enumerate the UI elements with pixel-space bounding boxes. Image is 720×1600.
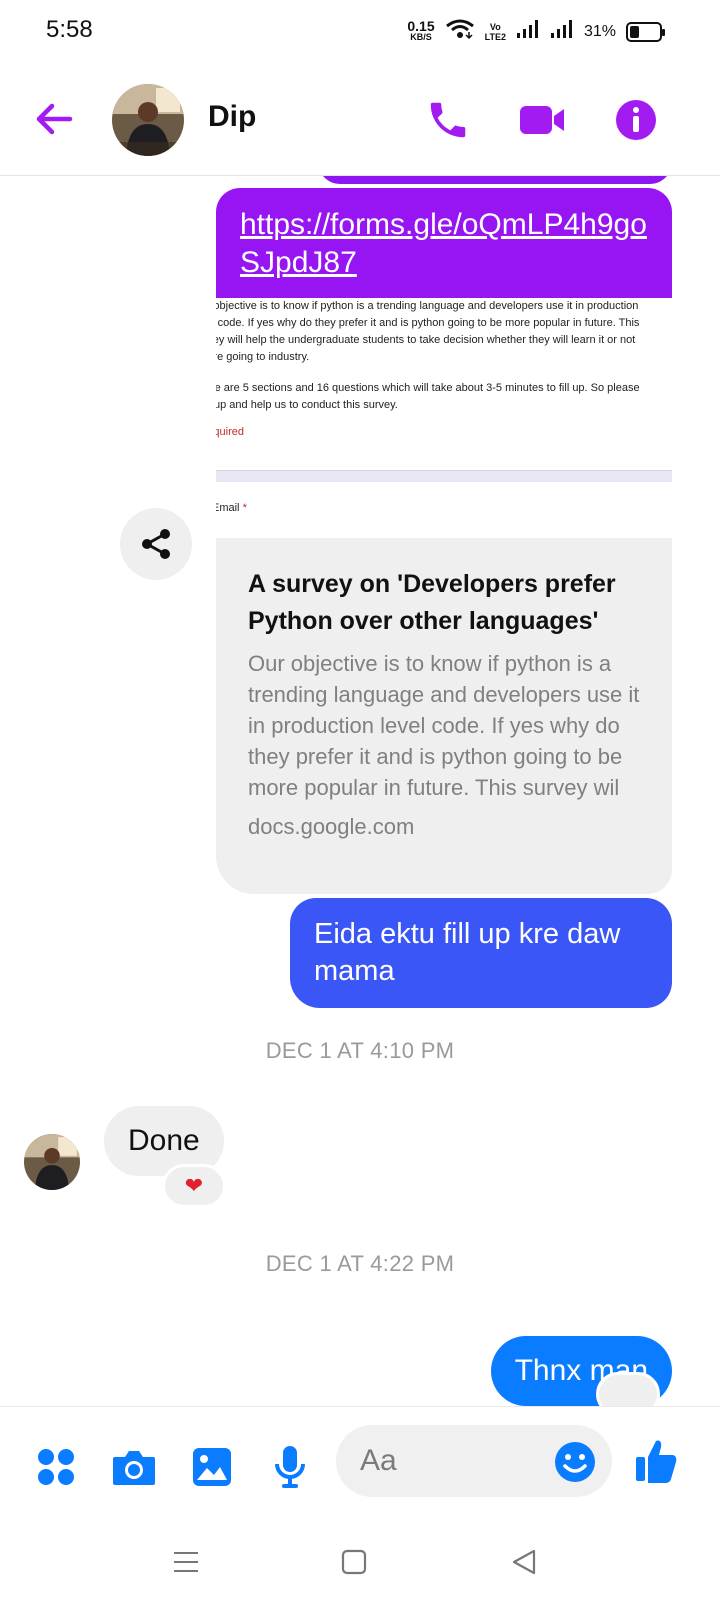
voice-message-button[interactable] — [266, 1443, 314, 1491]
apps-icon — [38, 1449, 74, 1485]
preview-email-text: Email — [216, 502, 240, 514]
signal-strength-icon-2 — [550, 19, 574, 44]
camera-icon — [113, 1451, 155, 1485]
link-preview-image[interactable]: Our objective is to know if python is a … — [216, 298, 672, 526]
home-button[interactable] — [336, 1544, 372, 1580]
signal-strength-icon-1 — [516, 19, 540, 44]
volte-indicator: Vo LTE2 — [484, 21, 506, 42]
gallery-button[interactable] — [188, 1443, 236, 1491]
battery-percent: 31% — [583, 22, 616, 40]
message-reaction[interactable] — [596, 1372, 660, 1406]
preview-line: level code. If yes why do they prefer it… — [216, 317, 640, 329]
preview-image-text: Our objective is to know if python is a … — [216, 298, 672, 441]
gallery-icon — [193, 1448, 231, 1486]
network-speed-value: 0.15 — [407, 17, 435, 34]
link-preview-domain: docs.google.com — [248, 814, 415, 839]
emoji-button[interactable] — [554, 1441, 596, 1483]
emoji-icon — [555, 1442, 595, 1482]
status-indicators: 0.15 KB/S Vo LTE2 31% — [407, 17, 665, 45]
battery-icon — [626, 21, 665, 42]
message-composer — [0, 1406, 720, 1526]
conversation-info-button[interactable] — [608, 92, 664, 148]
network-speed-unit: KB/S — [410, 31, 432, 42]
preview-line: fill it up and help us to conduct this s… — [216, 399, 398, 411]
link-preview-description: Our objective is to know if python is a … — [248, 651, 640, 800]
chat-header: Dip — [0, 64, 720, 176]
menu-icon — [174, 1552, 198, 1572]
message-list[interactable]: https://forms.gle/oQmLP4h9goSJpdJ87 Our … — [0, 176, 720, 1406]
camera-button[interactable] — [110, 1443, 158, 1491]
battery-level — [630, 25, 639, 38]
info-icon — [616, 100, 656, 140]
preview-line: There are 5 sections and 16 questions wh… — [216, 382, 640, 394]
video-call-button[interactable] — [514, 92, 570, 148]
message-timestamp: DEC 1 AT 4:22 PM — [265, 1251, 455, 1276]
message-timestamp: DEC 1 AT 4:10 PM — [265, 1038, 455, 1063]
link-preview-title: A survey on 'Developers prefer Python ov… — [248, 570, 616, 635]
link-message-bubble[interactable]: https://forms.gle/oQmLP4h9goSJpdJ87 — [216, 188, 672, 298]
back-button[interactable] — [30, 94, 80, 144]
preview-email-label: Email * — [216, 500, 247, 517]
heart-reaction[interactable]: ❤ — [162, 1164, 226, 1208]
contact-avatar[interactable] — [112, 84, 184, 156]
preview-divider — [216, 470, 672, 482]
heart-icon: ❤ — [184, 1173, 204, 1198]
preview-required-star: * — [242, 502, 247, 514]
previous-message-bubble[interactable] — [318, 176, 672, 184]
network-speed: 0.15 KB/S — [407, 17, 435, 43]
like-button[interactable] — [632, 1437, 680, 1485]
status-time: 5:58 — [46, 16, 93, 43]
preview-line: Our objective is to know if python is a … — [216, 300, 639, 312]
home-icon — [341, 1549, 367, 1575]
phone-icon — [430, 102, 466, 138]
recent-apps-button[interactable] — [168, 1544, 204, 1580]
wifi-icon — [445, 18, 475, 45]
form-link[interactable]: https://forms.gle/oQmLP4h9goSJpdJ87 — [240, 206, 648, 282]
preview-line: survey will help the undergraduate stude… — [216, 334, 636, 346]
microphone-icon — [275, 1446, 305, 1488]
thumbs-up-icon — [636, 1440, 677, 1483]
preview-required-label: * Required — [216, 426, 244, 438]
voice-call-button[interactable] — [420, 92, 476, 148]
back-arrow-icon — [36, 103, 73, 135]
preview-line: before going to industry. — [216, 351, 310, 363]
share-icon — [142, 529, 170, 559]
video-camera-icon — [520, 106, 564, 134]
share-button[interactable] — [120, 508, 192, 580]
contact-name[interactable]: Dip — [208, 100, 256, 134]
more-actions-button[interactable] — [32, 1443, 80, 1491]
back-nav-button[interactable] — [506, 1544, 542, 1580]
outgoing-message[interactable]: Eida ektu fill up kre daw mama — [290, 898, 672, 1008]
sender-avatar[interactable] — [24, 1134, 80, 1190]
system-navigation-bar — [0, 1526, 720, 1600]
status-bar: 5:58 0.15 KB/S Vo LTE2 31% — [0, 0, 720, 64]
back-icon — [512, 1549, 536, 1575]
link-preview-card[interactable]: A survey on 'Developers prefer Python ov… — [216, 538, 672, 894]
